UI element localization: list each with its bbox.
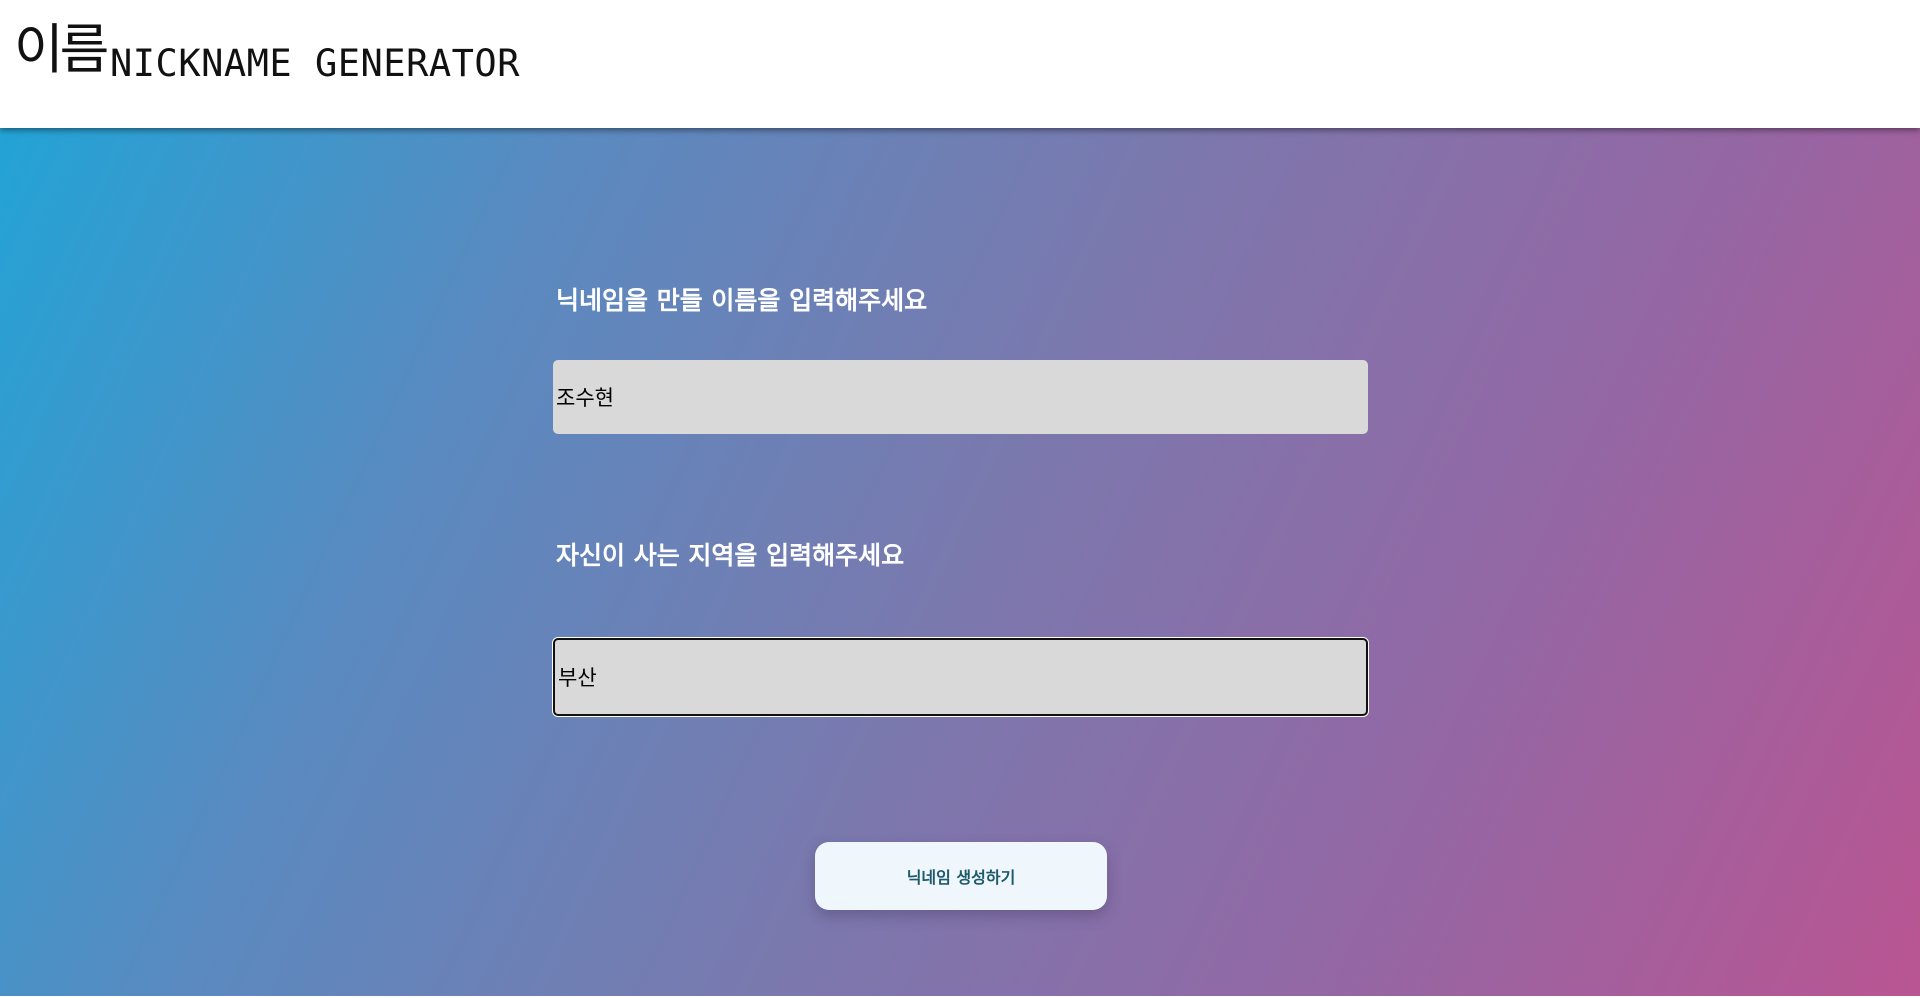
- region-label: 자신이 사는 지역을 입력해주세요: [556, 541, 905, 570]
- app-title: NICKNAME GENERATOR: [110, 42, 520, 85]
- app-header: 이름 NICKNAME GENERATOR: [0, 0, 1920, 128]
- name-label: 닉네임을 만들 이름을 입력해주세요: [556, 286, 928, 315]
- region-input[interactable]: [553, 638, 1368, 716]
- name-input[interactable]: [553, 360, 1368, 434]
- main-content: 닉네임을 만들 이름을 입력해주세요 자신이 사는 지역을 입력해주세요 닉네임…: [0, 128, 1920, 996]
- logo: 이름: [14, 18, 109, 81]
- generate-nickname-button[interactable]: 닉네임 생성하기: [815, 842, 1107, 910]
